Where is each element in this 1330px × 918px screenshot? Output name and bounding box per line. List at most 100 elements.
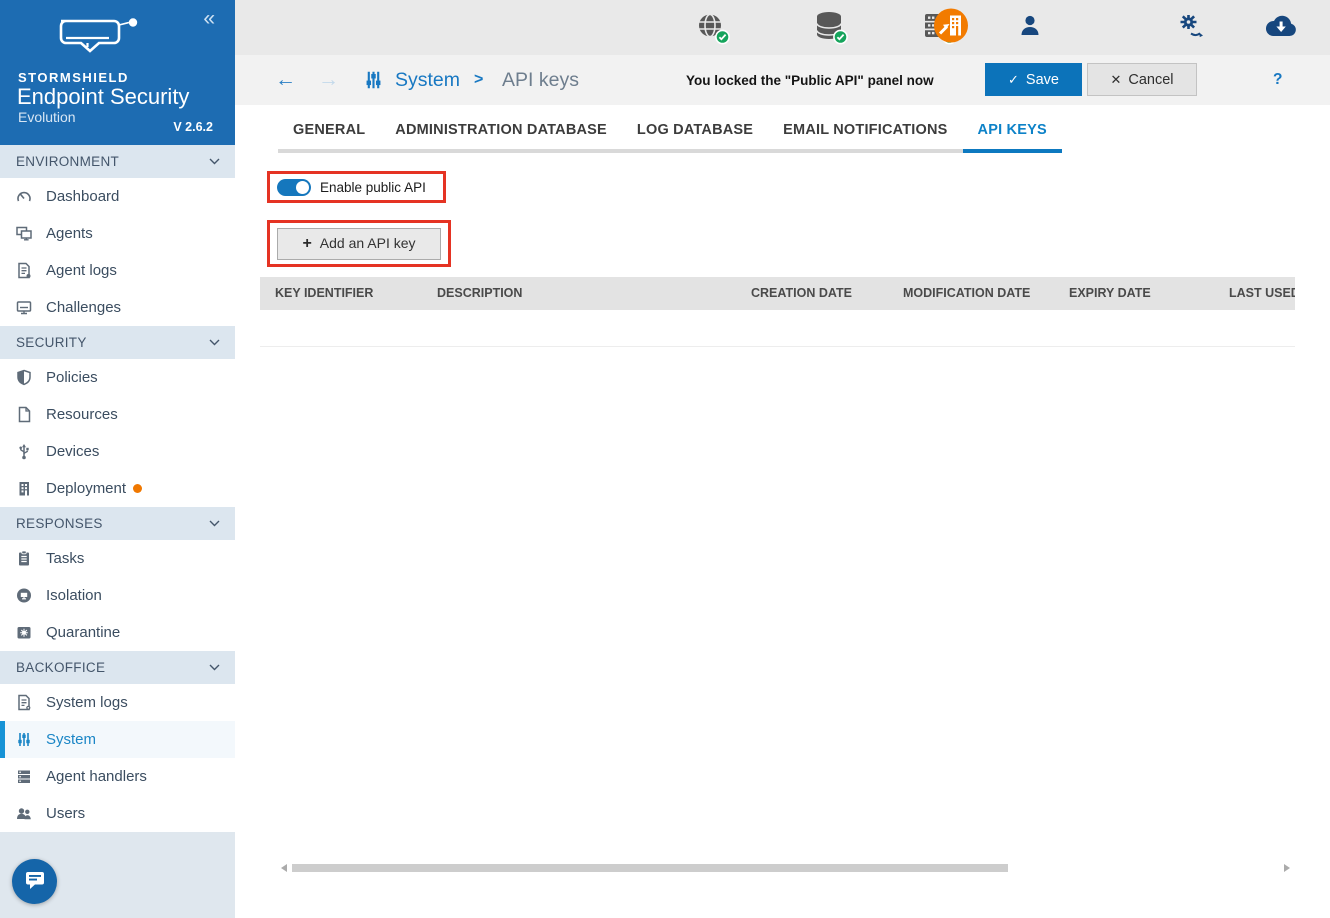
- annotation-highlight-add-button: + Add an API key: [267, 220, 451, 267]
- sidebar-item-devices[interactable]: Devices: [0, 433, 235, 470]
- breadcrumb-parent[interactable]: System: [395, 55, 460, 105]
- sidebar-collapse-button[interactable]: «: [203, 8, 215, 29]
- toggle-knob: [296, 181, 309, 194]
- stormshield-logo-icon: [56, 18, 151, 63]
- resources-icon: [15, 406, 34, 423]
- section-backoffice[interactable]: BACKOFFICE: [0, 651, 235, 684]
- sidebar-item-policies[interactable]: Policies: [0, 359, 235, 396]
- save-button-label: Save: [1026, 72, 1059, 88]
- sidebar-item-label: Agent logs: [46, 262, 117, 279]
- sidebar-item-isolation[interactable]: Isolation: [0, 577, 235, 614]
- sidebar-item-challenges[interactable]: Challenges: [0, 289, 235, 326]
- sidebar-item-label: Tasks: [46, 550, 84, 567]
- users-icon: [15, 805, 34, 822]
- agents-icon: [15, 225, 34, 242]
- sidebar-item-label: Agent handlers: [46, 768, 147, 785]
- sidebar-nav: ENVIRONMENT Dashboard Agents: [0, 145, 235, 832]
- sidebar-footer: [0, 832, 235, 918]
- quarantine-icon: [15, 624, 34, 641]
- gear-actions-icon[interactable]: [1178, 13, 1204, 43]
- deployment-pending-icon[interactable]: [933, 7, 969, 48]
- lock-notification-text: You locked the "Public API" panel now: [686, 55, 934, 105]
- product-name: Endpoint Security: [17, 84, 189, 110]
- sidebar-item-label: Challenges: [46, 299, 121, 316]
- system-logs-icon: [15, 694, 34, 711]
- sidebar-item-users[interactable]: Users: [0, 795, 235, 832]
- product-edition: Evolution: [18, 109, 76, 125]
- sidebar-item-system-logs[interactable]: System logs: [0, 684, 235, 721]
- chevron-down-icon: [209, 664, 220, 671]
- forward-button[interactable]: →: [318, 55, 339, 105]
- tab-api-keys[interactable]: API KEYS: [963, 111, 1062, 153]
- plus-icon: +: [302, 235, 311, 252]
- agent-logs-icon: [15, 262, 34, 279]
- sidebar-item-label: Devices: [46, 443, 99, 460]
- add-api-key-button[interactable]: + Add an API key: [277, 228, 441, 260]
- tab-general[interactable]: GENERAL: [278, 111, 380, 153]
- chat-bubble-icon: [25, 871, 45, 893]
- orange-pending-dot: [133, 484, 142, 493]
- sidebar-item-deployment[interactable]: Deployment: [0, 470, 235, 507]
- user-account-icon[interactable]: [1019, 13, 1041, 42]
- top-status-bar: [235, 0, 1330, 55]
- section-responses[interactable]: RESPONSES: [0, 507, 235, 540]
- help-button[interactable]: ?: [1273, 55, 1282, 105]
- sidebar-item-label: Resources: [46, 406, 118, 423]
- sidebar-item-agent-logs[interactable]: Agent logs: [0, 252, 235, 289]
- close-icon: ✕: [1110, 72, 1121, 87]
- sidebar-item-system[interactable]: System: [0, 721, 235, 758]
- column-description: DESCRIPTION: [437, 277, 522, 310]
- section-label: SECURITY: [16, 335, 87, 350]
- check-icon: ✓: [1008, 72, 1019, 87]
- sidebar-item-agents[interactable]: Agents: [0, 215, 235, 252]
- sidebar-item-dashboard[interactable]: Dashboard: [0, 178, 235, 215]
- table-empty-row: [260, 310, 1295, 347]
- feedback-chat-button[interactable]: [12, 859, 57, 904]
- column-key-identifier: KEY IDENTIFIER: [275, 277, 373, 310]
- tab-administration-database[interactable]: ADMINISTRATION DATABASE: [380, 111, 622, 153]
- column-modification-date: MODIFICATION DATE: [903, 277, 1030, 310]
- cloud-sync-icon[interactable]: [1265, 14, 1297, 42]
- sidebar-item-label: Policies: [46, 369, 98, 386]
- tab-email-notifications[interactable]: EMAIL NOTIFICATIONS: [768, 111, 962, 153]
- agent-handlers-icon: [15, 768, 34, 785]
- sidebar-item-quarantine[interactable]: Quarantine: [0, 614, 235, 651]
- sidebar-item-resources[interactable]: Resources: [0, 396, 235, 433]
- isolation-icon: [15, 587, 34, 604]
- sidebar-item-agent-handlers[interactable]: Agent handlers: [0, 758, 235, 795]
- scrollbar-thumb[interactable]: [292, 864, 1008, 872]
- system-icon: [15, 731, 34, 748]
- challenges-icon: [15, 299, 34, 316]
- tab-log-database[interactable]: LOG DATABASE: [622, 111, 768, 153]
- main-area: ← → System > API keys You locked the "Pu…: [235, 0, 1330, 918]
- api-keys-table-header: KEY IDENTIFIER DESCRIPTION CREATION DATE…: [260, 277, 1295, 310]
- cancel-button[interactable]: ✕Cancel: [1087, 63, 1197, 96]
- section-environment[interactable]: ENVIRONMENT: [0, 145, 235, 178]
- sidebar-item-label: System: [46, 731, 96, 748]
- section-label: ENVIRONMENT: [16, 154, 119, 169]
- brand-name: STORMSHIELD: [18, 70, 129, 85]
- horizontal-scrollbar: [260, 862, 1295, 874]
- breadcrumb-current: API keys: [502, 55, 579, 105]
- scroll-left-arrow-icon[interactable]: [281, 864, 287, 872]
- app-window: « STORMSHIELD Endpoint Security Evolutio…: [0, 0, 1330, 918]
- deployment-icon: [15, 480, 34, 497]
- database-icon[interactable]: [815, 10, 843, 45]
- add-api-key-label: Add an API key: [320, 235, 416, 251]
- action-bar: ← → System > API keys You locked the "Pu…: [235, 55, 1330, 105]
- chevron-down-icon: [209, 339, 220, 346]
- sidebar-item-label: Quarantine: [46, 624, 120, 641]
- back-button[interactable]: ←: [275, 55, 296, 105]
- column-expiry-date: EXPIRY DATE: [1069, 277, 1151, 310]
- dashboard-icon: [15, 188, 34, 205]
- sidebar-item-tasks[interactable]: Tasks: [0, 540, 235, 577]
- save-button[interactable]: ✓ Save: [985, 63, 1082, 96]
- tasks-icon: [15, 550, 34, 567]
- enable-public-api-toggle[interactable]: [277, 179, 311, 196]
- status-ok-check-icon: [715, 29, 730, 49]
- section-label: RESPONSES: [16, 516, 103, 531]
- scroll-right-arrow-icon[interactable]: [1284, 864, 1290, 872]
- internet-globe-icon[interactable]: [695, 10, 725, 45]
- devices-icon: [15, 443, 34, 460]
- section-security[interactable]: SECURITY: [0, 326, 235, 359]
